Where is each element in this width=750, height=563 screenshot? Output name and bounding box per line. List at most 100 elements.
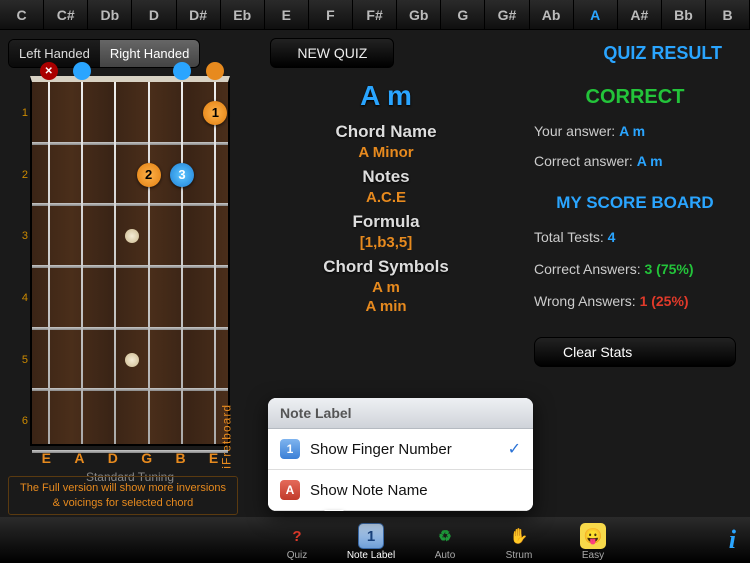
fret-number: 5 [16,354,28,366]
chord-name-value: A Minor [256,144,516,161]
root-note-Bb[interactable]: Bb [662,0,706,29]
tab-auto[interactable]: ♻ Auto [408,523,482,563]
correct-answers-line: Correct Answers: 3 (75%) [534,261,736,277]
root-note-Db[interactable]: Db [88,0,132,29]
popover-title: Note Label [268,398,533,429]
root-note-C[interactable]: C [0,0,44,29]
tab-note-label[interactable]: ▲ 1 Note Label [334,523,408,563]
root-note-bar: CC#DbDD#EbEFF#GbGG#AbAA#BbB [0,0,750,30]
fret-number: 4 [16,292,28,304]
your-answer-line: Your answer: A m [534,123,736,139]
root-note-Eb[interactable]: Eb [221,0,265,29]
string [214,82,216,444]
string [148,82,150,444]
root-note-Fsharp[interactable]: F# [353,0,397,29]
quiz-result-heading: QUIZ RESULT [603,43,722,64]
chord-symbols-label: Chord Symbols [256,257,516,277]
tab-label: Quiz [260,550,334,561]
finger-marker: 2 [137,163,161,187]
root-note-Dsharp[interactable]: D# [177,0,221,29]
finger-marker: 3 [170,163,194,187]
tab-easy[interactable]: 😛 Easy [556,523,630,563]
easy-icon: 😛 [580,523,606,549]
scoreboard-heading: MY SCORE BOARD [534,193,736,213]
tab-strum[interactable]: ✋ Strum [482,523,556,563]
chord-symbol: A min [256,298,516,315]
fret-wire [32,265,228,268]
root-note-F[interactable]: F [309,0,353,29]
fret-number: 3 [16,230,28,242]
finger-marker: 1 [203,101,227,125]
root-note-E[interactable]: E [265,0,309,29]
root-note-A[interactable]: A [574,0,618,29]
brand-label: iFretboard [220,404,234,469]
fretboard-inlay [125,353,139,367]
popover-option-label: Show Note Name [310,482,428,499]
control-row: Left Handed Right Handed NEW QUIZ QUIZ R… [0,30,750,76]
fret-number: 2 [16,169,28,181]
root-note-Csharp[interactable]: C# [44,0,88,29]
root-note-Gsharp[interactable]: G# [485,0,529,29]
fretboard[interactable]: iFretboard 123456123 [30,76,230,446]
new-quiz-button[interactable]: NEW QUIZ [270,38,394,68]
fret-number: 6 [16,415,28,427]
root-note-B[interactable]: B [706,0,750,29]
verdict-label: CORRECT [534,86,736,109]
fret-wire [32,388,228,391]
root-note-G[interactable]: G [441,0,485,29]
correct-answer-label: Correct answer: [534,153,637,169]
chord-name-big: A m [256,80,516,112]
string [114,82,116,444]
quiz-icon: ? [284,523,310,549]
popover-arrow-icon [324,510,344,511]
note-label-popover: Note Label 1 Show Finger Number ✓ A Show… [268,398,533,511]
score-column: CORRECT Your answer: A m Correct answer:… [526,76,750,508]
clear-stats-button[interactable]: Clear Stats [534,337,736,367]
tab-label: Strum [482,550,556,561]
fret-wire [32,327,228,330]
chord-symbol: A m [256,279,516,296]
tab-bar: ? Quiz ▲ 1 Note Label ♻ Auto ✋ Strum 😛 E… [0,517,750,563]
root-note-Ab[interactable]: Ab [530,0,574,29]
wrong-answers-value: 1 (25%) [640,293,689,309]
fretboard-inlay [125,229,139,243]
info-button[interactable]: i [729,525,736,555]
correct-answers-value: 3 (75%) [644,261,693,277]
chord-notes-value: A.C.E [256,189,516,206]
check-icon: ✓ [508,439,521,459]
tab-label: Easy [556,550,630,561]
open-string-icon [73,62,91,80]
fretboard-column: iFretboard 123456123 EADGBE Standard Tun… [0,76,246,508]
strum-icon: ✋ [506,523,532,549]
tab-quiz[interactable]: ? Quiz [260,523,334,563]
fret-wire [32,203,228,206]
tab-label: Auto [408,550,482,561]
popover-option-label: Show Finger Number [310,441,452,458]
popover-option-finger-number[interactable]: 1 Show Finger Number ✓ [268,429,533,470]
chord-name-label: Chord Name [256,122,516,142]
fret-wire [32,450,228,453]
chord-notes-label: Notes [256,167,516,187]
correct-answers-label: Correct Answers: [534,261,644,277]
popover-option-note-name[interactable]: A Show Note Name [268,470,533,511]
total-tests-line: Total Tests: 4 [534,229,736,245]
correct-answer-value: A m [637,153,663,169]
root-note-Asharp[interactable]: A# [618,0,662,29]
open-string-icon [173,62,191,80]
fret-number: 1 [16,107,28,119]
finger-number-icon: 1 [280,439,300,459]
root-note-D[interactable]: D [132,0,176,29]
chord-symbols-list: A m A min [256,279,516,315]
note-label-icon: 1 [358,523,384,549]
your-answer-value: A m [619,123,645,139]
chord-formula-value: [1,b3,5] [256,234,516,251]
root-note-Gb[interactable]: Gb [397,0,441,29]
string [181,82,183,444]
auto-icon: ♻ [432,523,458,549]
string [81,82,83,444]
chord-formula-label: Formula [256,212,516,232]
total-tests-label: Total Tests: [534,229,608,245]
wrong-answers-line: Wrong Answers: 1 (25%) [534,293,736,309]
open-string-icon [206,62,224,80]
promo-banner: The Full version will show more inversio… [8,476,238,515]
